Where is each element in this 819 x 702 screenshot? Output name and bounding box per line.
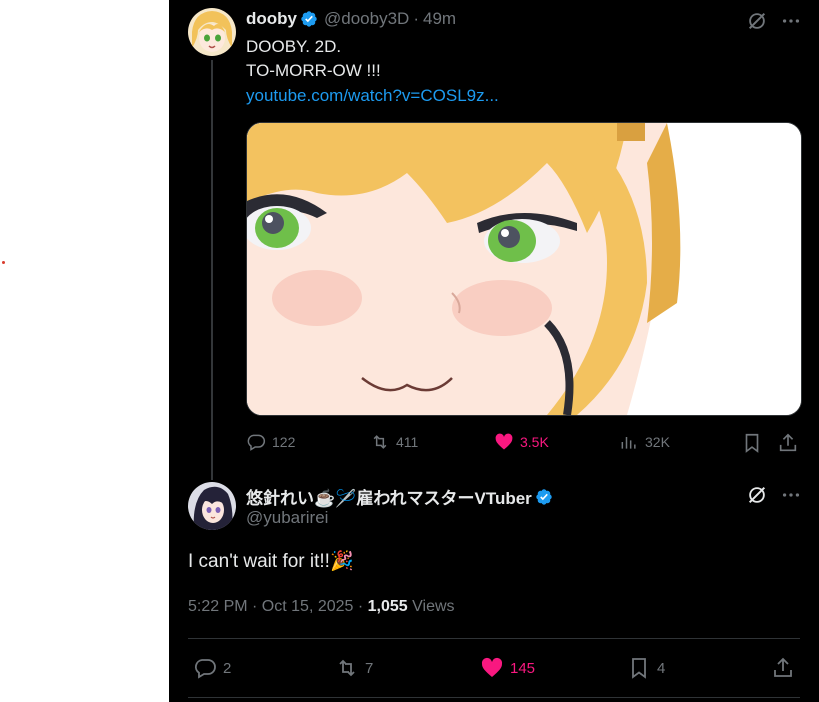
author-handle[interactable]: @yubarirei bbox=[246, 508, 328, 528]
views-label: Views bbox=[412, 598, 455, 615]
reply-icon bbox=[247, 434, 266, 451]
left-blank-area bbox=[0, 0, 169, 702]
bookmark-action[interactable]: 4 bbox=[627, 656, 665, 680]
retweet-icon bbox=[373, 435, 387, 449]
tweet2-text: I can't wait for it!!🎉 bbox=[188, 551, 354, 572]
reply-action[interactable]: 122 bbox=[246, 432, 295, 452]
retweet-action[interactable]: 411 bbox=[370, 432, 418, 452]
verified-badge-icon bbox=[300, 10, 318, 28]
share-icon[interactable] bbox=[777, 432, 799, 454]
like-count: 145 bbox=[510, 659, 536, 677]
views-action[interactable]: 32K bbox=[619, 432, 670, 452]
reply-action[interactable]: 2 bbox=[193, 656, 231, 680]
grok-icon[interactable] bbox=[746, 10, 768, 32]
retweet-count: 7 bbox=[365, 659, 374, 677]
retweet-count: 411 bbox=[396, 434, 419, 450]
grok-icon[interactable] bbox=[746, 484, 768, 506]
heart-icon bbox=[495, 433, 513, 450]
avatar-dooby[interactable] bbox=[188, 8, 236, 56]
more-icon[interactable] bbox=[780, 484, 802, 506]
reply-count: 122 bbox=[272, 434, 296, 450]
author-name[interactable]: 悠針れい☕🪡雇われマスターVTuber bbox=[246, 484, 532, 509]
heart-icon bbox=[481, 657, 503, 677]
tweet1-line1: DOOBY. 2D. bbox=[246, 37, 342, 56]
bookmark-icon bbox=[632, 658, 646, 679]
stray-dot bbox=[2, 261, 5, 264]
timeline-column: dooby @dooby3D · 49m DOOBY. 2D. TO-MORR-… bbox=[169, 0, 819, 702]
avatar-yubarirei[interactable] bbox=[188, 482, 236, 530]
views-count: 32K bbox=[645, 434, 670, 450]
like-count: 3.5K bbox=[520, 434, 549, 450]
verified-badge-icon bbox=[535, 488, 553, 506]
retweet-action[interactable]: 7 bbox=[335, 656, 373, 680]
tweet2-header: 悠針れい☕🪡雇われマスターVTuber bbox=[246, 484, 553, 509]
tweet1-media-image[interactable] bbox=[246, 122, 802, 416]
views-count: 1,055 bbox=[367, 598, 408, 615]
reply-count: 2 bbox=[223, 659, 232, 677]
reply-icon bbox=[194, 659, 216, 679]
like-action[interactable]: 145 bbox=[480, 656, 535, 680]
tweet1-line2: TO-MORR-OW !!! bbox=[246, 61, 381, 80]
divider-bottom bbox=[188, 697, 800, 698]
author-handle[interactable]: @dooby3D bbox=[324, 9, 409, 29]
bookmark-count: 4 bbox=[657, 659, 666, 677]
share-icon[interactable] bbox=[771, 656, 795, 680]
post-time[interactable]: 49m bbox=[423, 9, 456, 29]
tweet1-link[interactable]: youtube.com/watch?v=COSL9z... bbox=[246, 84, 499, 108]
tweet1-header: dooby @dooby3D · 49m bbox=[246, 9, 456, 29]
thread-line bbox=[211, 60, 213, 480]
author-name[interactable]: dooby bbox=[246, 9, 297, 29]
divider-top bbox=[188, 638, 800, 639]
retweet-icon bbox=[339, 659, 355, 677]
separator-dot: · bbox=[413, 9, 419, 28]
more-icon[interactable] bbox=[780, 10, 802, 32]
tweet2-meta: 5:22 PM · Oct 15, 2025 · 1,055 Views bbox=[188, 598, 455, 616]
post-timestamp[interactable]: 5:22 PM · Oct 15, 2025 · bbox=[188, 598, 368, 615]
views-icon bbox=[621, 437, 636, 449]
bookmark-icon[interactable] bbox=[741, 432, 763, 454]
like-action[interactable]: 3.5K bbox=[494, 432, 549, 452]
